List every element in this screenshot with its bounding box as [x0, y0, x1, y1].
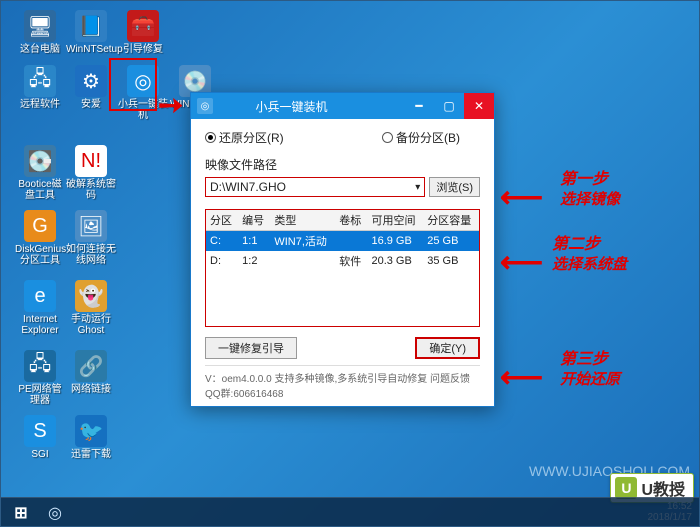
app-icon: 🔗 [75, 350, 107, 382]
annotation-arrow: ⟵ [500, 245, 543, 280]
restore-radio[interactable]: 还原分区(R) [205, 129, 284, 146]
icon-label: WinNTSetup [66, 44, 116, 55]
desktop-icon[interactable]: 🖥 这台电脑 [15, 10, 65, 55]
annotation-arrow: ⟵ [500, 180, 543, 215]
icon-label: 这台电脑 [15, 44, 65, 55]
desktop-icon[interactable]: 🐦 迅雷下载 [66, 415, 116, 460]
app-icon: 👻 [75, 280, 107, 312]
icon-label: 引导修复 [118, 44, 168, 55]
app-icon: 💽 [24, 145, 56, 177]
desktop-icon[interactable]: 🧰 引导修复 [118, 10, 168, 55]
brand-icon: U [615, 477, 637, 499]
annotation-arrow: ➙ [158, 88, 183, 123]
browse-button[interactable]: 浏览(S) [429, 177, 480, 197]
start-button[interactable]: ⊞ [4, 500, 38, 526]
image-path-input[interactable]: D:\WIN7.GHO ▾ [205, 177, 425, 197]
backup-radio[interactable]: 备份分区(B) [382, 129, 460, 146]
desktop-icon[interactable]: 💽Bootice磁盘工具 [15, 145, 65, 201]
column-header[interactable]: 卷标 [335, 210, 367, 231]
radio-icon [205, 132, 216, 143]
icon-label: SGI [15, 449, 65, 460]
desktop-icon[interactable]: S SGI [15, 415, 65, 460]
desktop: 🖥这台电脑📘WinNTSetup🧰引导修复🖧远程软件⚙安爱◎小兵一键装机💿WIN… [0, 0, 700, 527]
app-icon: e [24, 280, 56, 312]
app-icon: 🖥 [24, 10, 56, 42]
icon-label: 破解系统密码 [66, 179, 116, 201]
partition-table: 分区编号类型卷标可用空间分区容量 C:1:1WIN7,活动16.9 GB25 G… [205, 209, 480, 327]
icon-label: Bootice磁盘工具 [15, 179, 65, 201]
desktop-icon[interactable]: 🖧PE网络管理器 [15, 350, 65, 406]
column-header[interactable]: 编号 [238, 210, 270, 231]
selected-icon-highlight [109, 58, 157, 111]
radio-icon [382, 132, 393, 143]
step-annotation: 第二步选择系统盘 [552, 235, 627, 275]
path-label: 映像文件路径 [205, 156, 480, 173]
app-icon: 🐦 [75, 415, 107, 447]
installer-dialog: ◎ 小兵一键装机 ━ ▢ ✕ 还原分区(R) 备份分区(B) 映像文件路径 D:… [190, 92, 495, 407]
desktop-icon[interactable]: N!破解系统密码 [66, 145, 116, 201]
step-annotation: 第三步开始还原 [560, 350, 620, 390]
desktop-icon[interactable]: 📘 WinNTSetup [66, 10, 116, 55]
version-info: V：oem4.0.0.0 支持多种镜像,多系统引导自动修复 问题反馈QQ群:60… [205, 365, 480, 400]
icon-label: 迅雷下载 [66, 449, 116, 460]
taskbar: ⊞ ◎ [0, 497, 700, 527]
app-icon: 🖧 [24, 350, 56, 382]
column-header[interactable]: 分区 [206, 210, 238, 231]
app-icon: 📘 [75, 10, 107, 42]
app-icon: S [24, 415, 56, 447]
desktop-icon[interactable]: 🔗 网络链接 [66, 350, 116, 395]
icon-label: DiskGenius分区工具 [15, 244, 65, 266]
app-icon: ⚙ [75, 65, 107, 97]
ok-button[interactable]: 确定(Y) [415, 337, 480, 359]
annotation-arrow: ⟵ [500, 360, 543, 395]
column-header[interactable]: 可用空间 [367, 210, 423, 231]
icon-label: 手动运行Ghost [66, 314, 116, 336]
desktop-icon[interactable]: 🖧 远程软件 [15, 65, 65, 110]
partition-row[interactable]: C:1:1WIN7,活动16.9 GB25 GB [206, 231, 479, 252]
icon-label: PE网络管理器 [15, 384, 65, 406]
minimize-button[interactable]: ━ [404, 93, 434, 119]
step-annotation: 第一步选择镜像 [560, 170, 620, 210]
desktop-icon[interactable]: eInternet Explorer [15, 280, 65, 336]
repair-boot-button[interactable]: 一键修复引导 [205, 337, 297, 359]
icon-label: Internet Explorer [15, 314, 65, 336]
app-icon: 🧰 [127, 10, 159, 42]
desktop-icon[interactable]: GDiskGenius分区工具 [15, 210, 65, 266]
icon-label: 远程软件 [15, 99, 65, 110]
column-header[interactable]: 类型 [270, 210, 335, 231]
icon-label: 网络链接 [66, 384, 116, 395]
desktop-icon[interactable]: 🖼如何连接无线网络 [66, 210, 116, 266]
partition-row[interactable]: D:1:2软件20.3 GB35 GB [206, 251, 479, 271]
maximize-button[interactable]: ▢ [434, 93, 464, 119]
app-icon: 🖼 [75, 210, 107, 242]
icon-label: 如何连接无线网络 [66, 244, 116, 266]
taskbar-app-installer[interactable]: ◎ [38, 500, 72, 526]
app-icon: G [24, 210, 56, 242]
app-icon: 🖧 [24, 65, 56, 97]
chevron-down-icon[interactable]: ▾ [415, 182, 420, 193]
desktop-icon[interactable]: 👻手动运行Ghost [66, 280, 116, 336]
close-button[interactable]: ✕ [464, 93, 494, 119]
titlebar[interactable]: ◎ 小兵一键装机 ━ ▢ ✕ [191, 93, 494, 119]
dialog-title: 小兵一键装机 [179, 98, 404, 115]
column-header[interactable]: 分区容量 [423, 210, 479, 231]
app-icon: N! [75, 145, 107, 177]
